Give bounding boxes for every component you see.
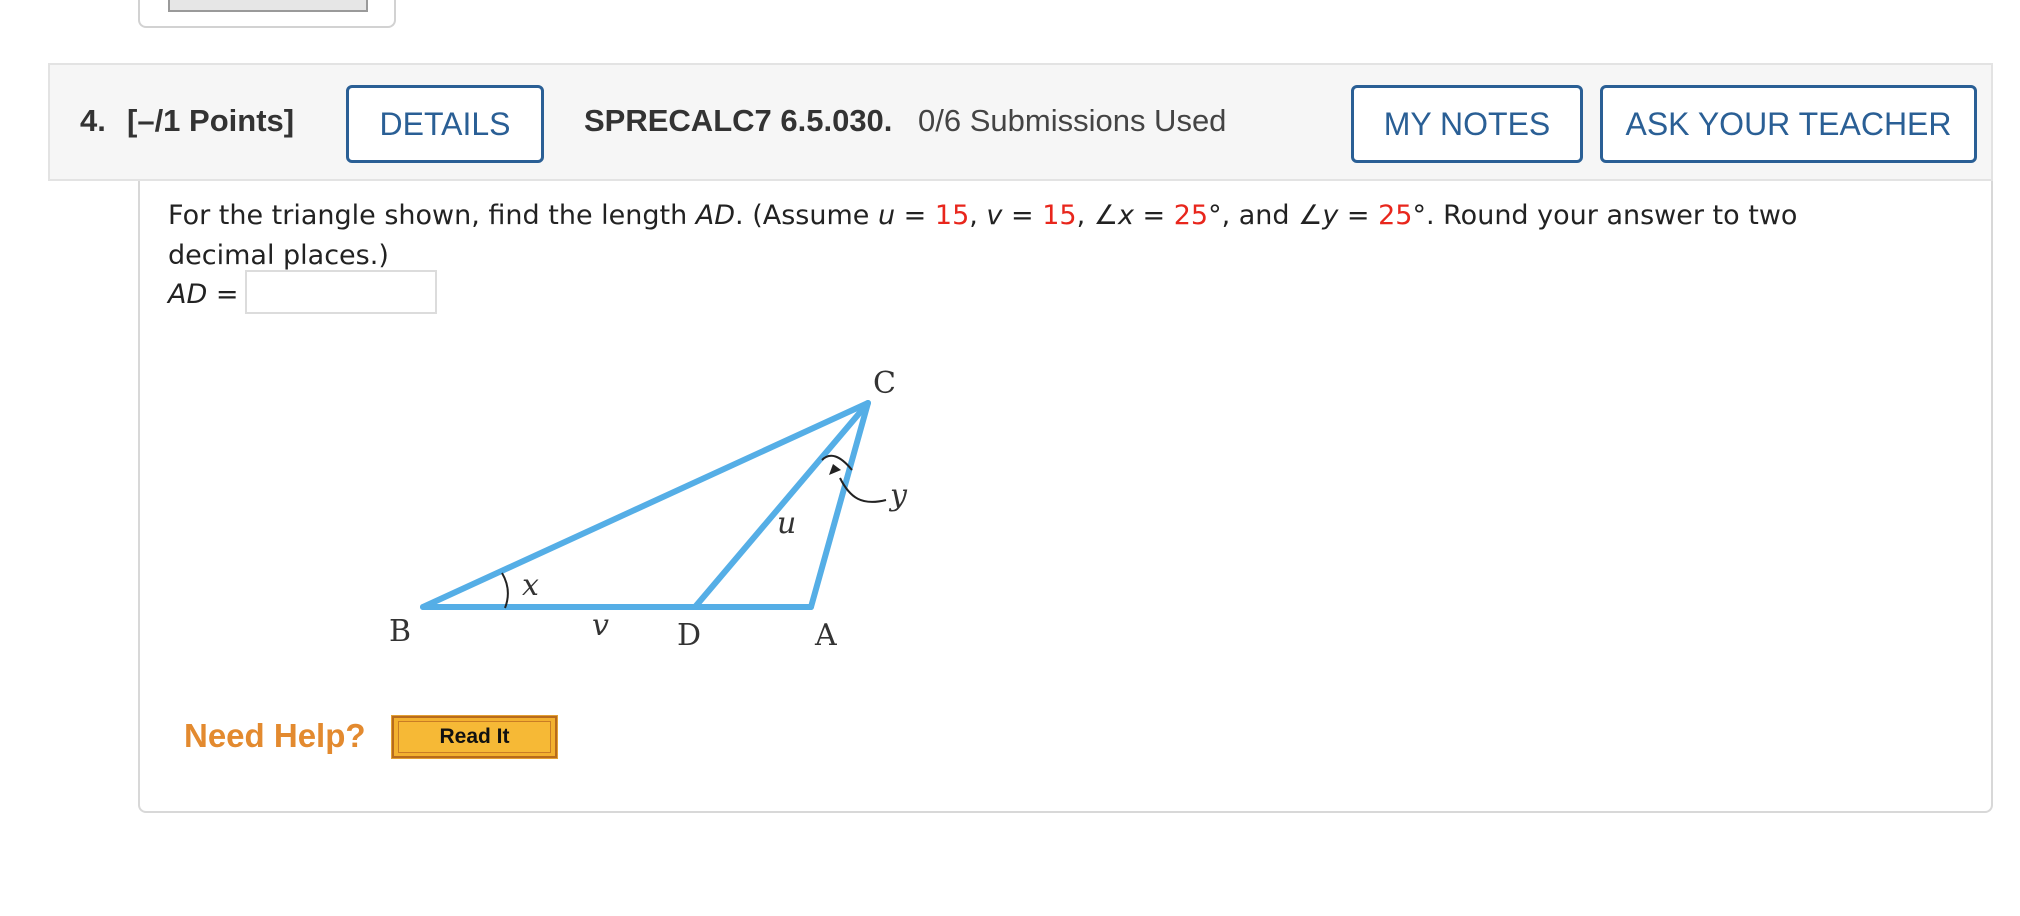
label-b: B [389, 614, 411, 649]
label-x: x [522, 568, 539, 603]
read-it-button[interactable]: Read It [391, 715, 558, 759]
label-u: u [777, 506, 796, 541]
label-c: C [873, 366, 896, 401]
triangle-figure: C B D A u v x y [389, 366, 908, 653]
label-a: A [814, 618, 837, 653]
label-d: D [677, 618, 701, 653]
angle-x-arc [501, 572, 509, 609]
side-bc [420, 400, 871, 610]
label-v: v [592, 608, 609, 643]
angle-y-arrowhead [829, 464, 841, 475]
need-help-label: Need Help? [184, 717, 366, 754]
read-it-label: Read It [398, 721, 551, 753]
label-y: y [888, 478, 908, 513]
